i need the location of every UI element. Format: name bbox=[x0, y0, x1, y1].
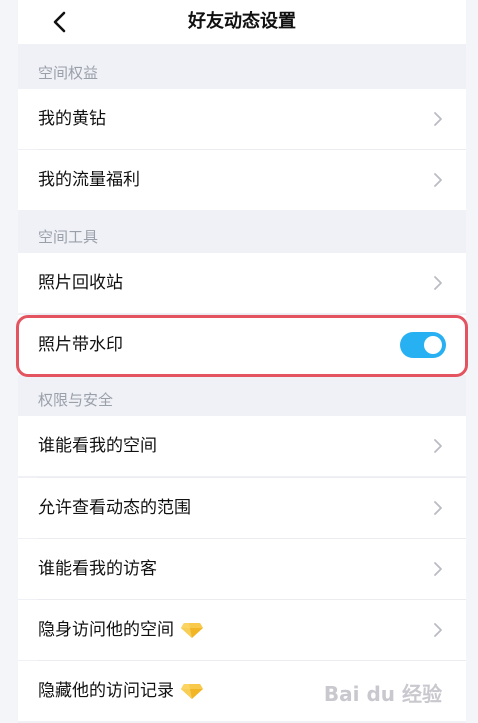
row-label: 允许查看动态的范围 bbox=[38, 498, 191, 518]
row-who-can-view-visitors[interactable]: 谁能看我的访客 bbox=[18, 539, 466, 599]
row-label: 谁能看我的空间 bbox=[38, 436, 157, 456]
screen: 好友动态设置 空间权益 我的黄钻 我的流量福利 空间工具 照片回收站 照片带水印… bbox=[0, 0, 478, 723]
row-who-can-view-space[interactable]: 谁能看我的空间 bbox=[18, 416, 466, 476]
row-label: 我的流量福利 bbox=[38, 170, 140, 190]
chevron-right-icon bbox=[434, 562, 442, 576]
chevron-right-icon bbox=[434, 501, 442, 515]
chevron-right-icon bbox=[434, 623, 442, 637]
chevron-right-icon bbox=[434, 276, 442, 290]
highlight-annotation bbox=[16, 315, 468, 377]
diamond-icon bbox=[181, 684, 203, 699]
chevron-right-icon bbox=[434, 439, 442, 453]
row-label: 我的黄钻 bbox=[38, 109, 106, 129]
row-photo-recycle-bin[interactable]: 照片回收站 bbox=[18, 253, 466, 313]
baidu-watermark: Bai du 经验 bbox=[323, 682, 442, 706]
row-label-with-badge: 隐身访问他的空间 bbox=[38, 600, 204, 660]
row-label-with-badge: 隐藏他的访问记录 bbox=[38, 661, 204, 721]
row-feed-visibility-range[interactable]: 允许查看动态的范围 bbox=[18, 478, 466, 538]
top-bar: 好友动态设置 bbox=[18, 0, 466, 44]
page-title: 好友动态设置 bbox=[188, 11, 296, 32]
chevron-right-icon bbox=[434, 173, 442, 187]
section-label-benefits: 空间权益 bbox=[38, 64, 99, 82]
row-yellow-diamond[interactable]: 我的黄钻 bbox=[18, 89, 466, 149]
row-label: 隐身访问他的空间 bbox=[38, 620, 174, 640]
row-invisible-visit[interactable]: 隐身访问他的空间 bbox=[18, 600, 466, 660]
section-label-privacy: 权限与安全 bbox=[38, 391, 114, 409]
row-traffic-benefits[interactable]: 我的流量福利 bbox=[18, 150, 466, 210]
row-label: 隐藏他的访问记录 bbox=[38, 681, 174, 701]
section-label-tools: 空间工具 bbox=[38, 228, 99, 246]
diamond-icon bbox=[181, 623, 203, 638]
row-label: 谁能看我的访客 bbox=[38, 559, 157, 579]
row-label: 照片回收站 bbox=[38, 273, 123, 293]
chevron-right-icon bbox=[434, 112, 442, 126]
